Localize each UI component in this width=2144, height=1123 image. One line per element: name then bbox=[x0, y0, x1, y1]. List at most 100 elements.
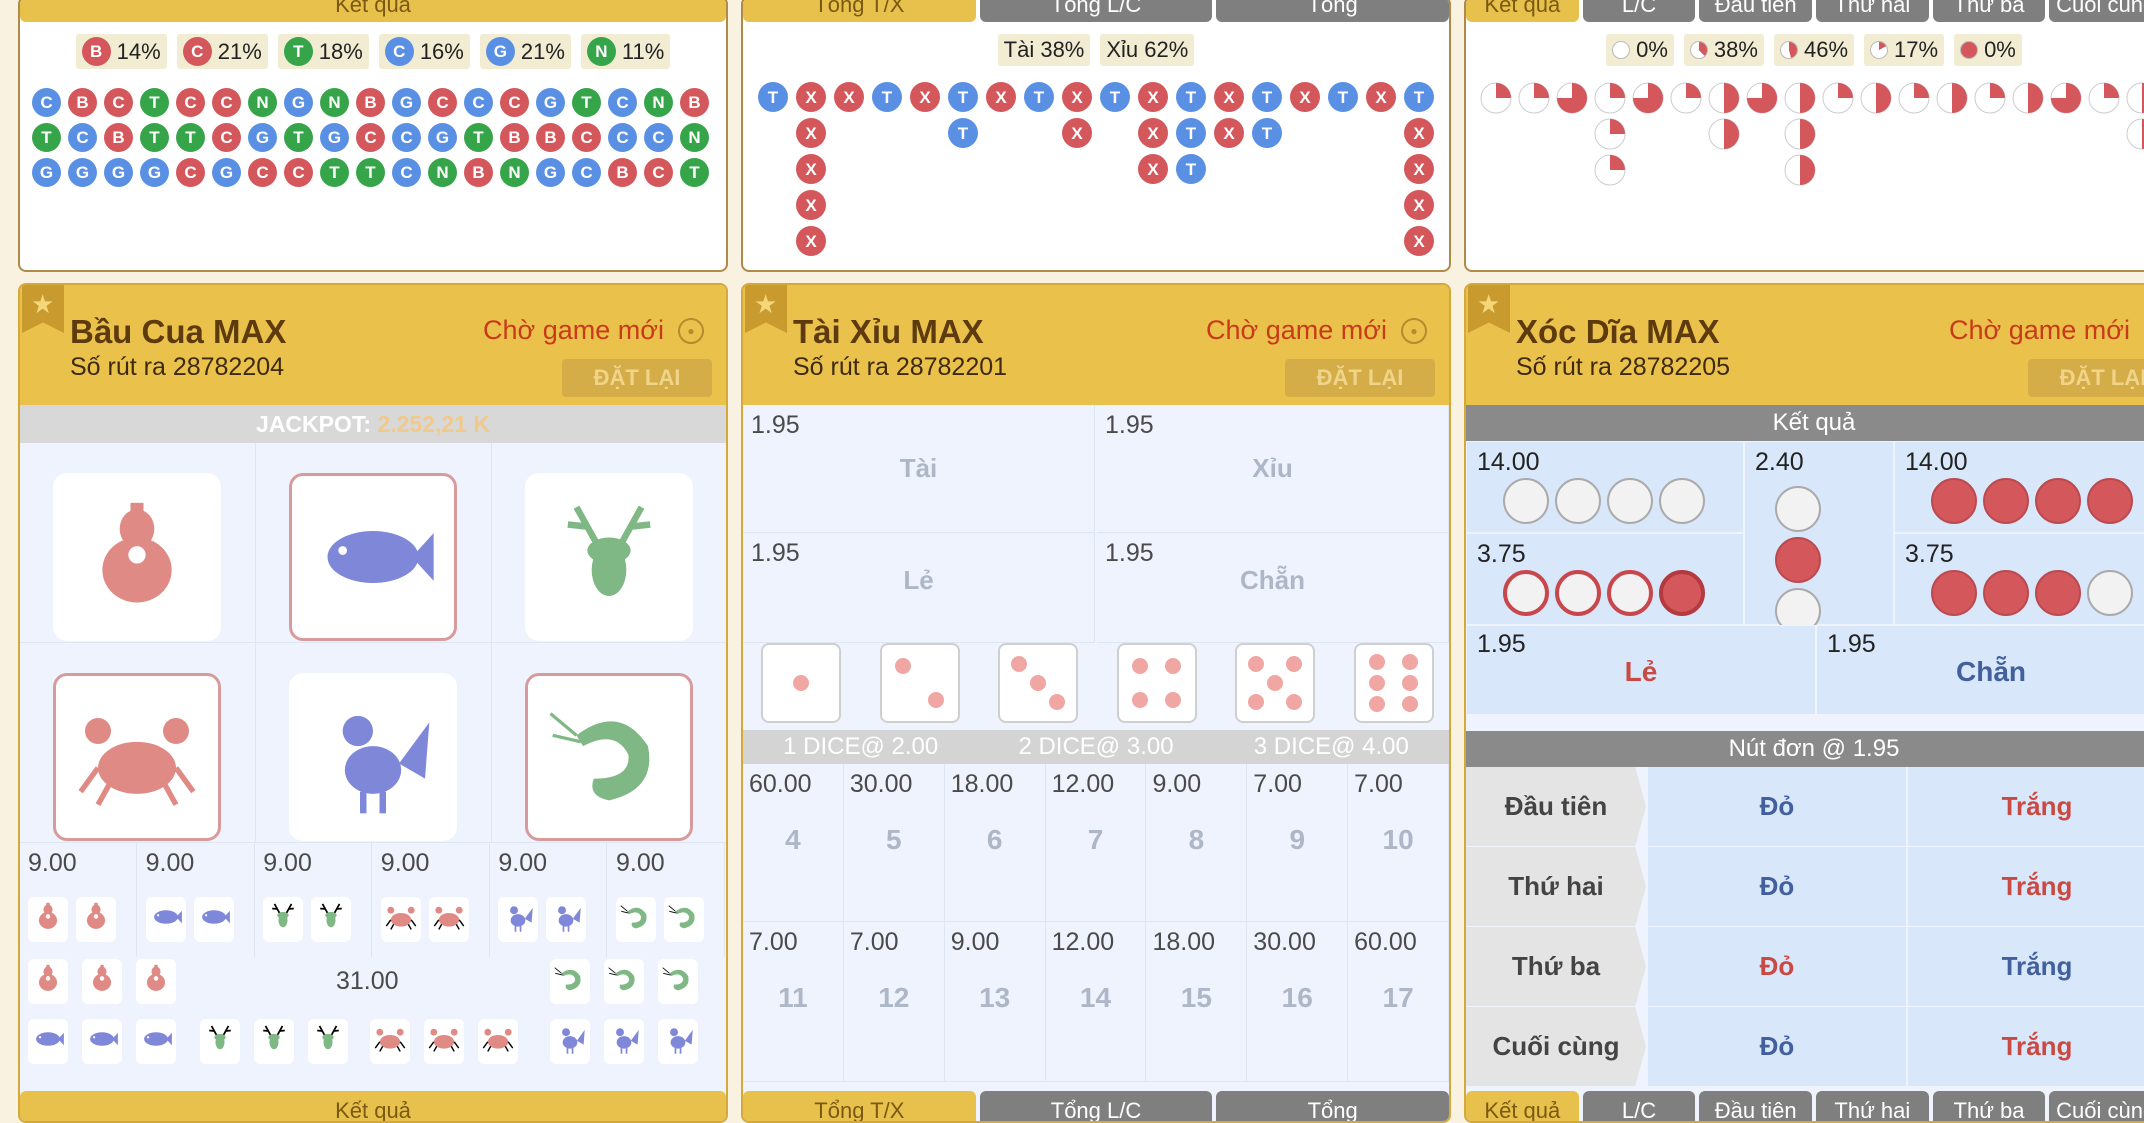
fish-mini-icon bbox=[144, 1032, 172, 1046]
dice-pip bbox=[793, 675, 809, 691]
coin-bet-3[interactable]: 14.00 bbox=[1894, 441, 2144, 533]
tab-4[interactable]: Thứ ba bbox=[1932, 0, 2046, 22]
reset-button[interactable]: ĐẶT LẠI bbox=[1285, 359, 1435, 397]
tab-5[interactable]: Cuối cùng bbox=[2049, 0, 2144, 22]
bottom-tab-2[interactable]: Tổng bbox=[1216, 1091, 1449, 1121]
bet-red[interactable]: Đỏ bbox=[1648, 1007, 1906, 1086]
coin-bet-0[interactable]: 14.00 bbox=[1466, 441, 1744, 533]
bottom-tab-2[interactable]: Đầu tiên bbox=[1699, 1091, 1813, 1121]
sum-bet-7[interactable]: 12.00 7 bbox=[1045, 764, 1147, 922]
bet-red[interactable]: Đỏ bbox=[1648, 767, 1906, 846]
bet-le[interactable]: 1.95 Lẻ bbox=[1466, 625, 1816, 715]
dice-4-button[interactable] bbox=[1116, 643, 1197, 723]
triple-bet-crab[interactable] bbox=[370, 1019, 518, 1064]
animal-bet-deer[interactable] bbox=[492, 443, 726, 643]
sum-bet-17[interactable]: 60.00 17 bbox=[1348, 922, 1449, 1082]
favorite-star-icon[interactable]: ★ bbox=[745, 285, 787, 333]
bottom-tab-5[interactable]: Cuối cùng bbox=[2049, 1091, 2144, 1121]
sum-bet-10[interactable]: 7.00 10 bbox=[1348, 764, 1449, 922]
bet-red[interactable]: Đỏ bbox=[1648, 847, 1906, 926]
bottom-tab-results[interactable]: Kết quả bbox=[20, 1091, 726, 1121]
bet-white[interactable]: Trắng bbox=[1908, 927, 2144, 1006]
favorite-star-icon[interactable]: ★ bbox=[22, 285, 64, 333]
triple-bet-rooster[interactable] bbox=[550, 1019, 698, 1064]
history-ball: N bbox=[680, 123, 709, 152]
triple-bet-fish[interactable] bbox=[28, 1019, 176, 1064]
sum-bet-9[interactable]: 7.00 9 bbox=[1247, 764, 1349, 922]
bet-Lẻ[interactable]: 1.95 Lẻ bbox=[743, 533, 1095, 643]
fish-mini-icon bbox=[153, 910, 182, 924]
coin-bet-2[interactable]: 2.40 bbox=[1744, 441, 1894, 685]
sum-bet-15[interactable]: 18.00 15 bbox=[1146, 922, 1248, 1082]
bet-white[interactable]: Trắng bbox=[1908, 1007, 2144, 1086]
bet-Tài[interactable]: 1.95 Tài bbox=[743, 405, 1095, 533]
sum-bet-5[interactable]: 30.00 5 bbox=[843, 764, 945, 922]
favorite-star-icon[interactable]: ★ bbox=[1468, 285, 1510, 333]
bet-white[interactable]: Trắng bbox=[1908, 767, 2144, 846]
xiu-marker: X bbox=[796, 190, 826, 220]
dice-3-button[interactable] bbox=[998, 643, 1078, 723]
tai-marker: T bbox=[1252, 118, 1282, 148]
bottom-tab-4[interactable]: Thứ ba bbox=[1932, 1091, 2046, 1121]
sum-bet-14[interactable]: 12.00 14 bbox=[1045, 922, 1147, 1082]
reset-button[interactable]: ĐẶT LẠI bbox=[2028, 359, 2144, 397]
tab-tong[interactable]: Tổng bbox=[1216, 0, 1449, 22]
sum-bet-11[interactable]: 7.00 11 bbox=[743, 922, 844, 1082]
stat-percent: 21% bbox=[520, 38, 565, 64]
tai-marker: T bbox=[1024, 82, 1054, 112]
tab-2[interactable]: Đầu tiên bbox=[1699, 0, 1813, 22]
animal-bet-crab[interactable] bbox=[20, 643, 256, 843]
animal-bet-gourd[interactable] bbox=[20, 443, 256, 643]
coin-bet-4[interactable]: 3.75 bbox=[1894, 533, 2144, 625]
pair-bet-shrimp[interactable]: 9.00 bbox=[608, 843, 725, 957]
dice-5-button[interactable] bbox=[1235, 643, 1315, 723]
dice-1-button[interactable] bbox=[761, 643, 841, 723]
svg-text:X: X bbox=[805, 196, 817, 215]
xiu-marker: X bbox=[1404, 118, 1434, 148]
tab-0[interactable]: Kết quả bbox=[1466, 0, 1579, 22]
bet-odd: 1.95 bbox=[1477, 630, 1526, 658]
pair-bet-gourd[interactable]: 9.00 bbox=[20, 843, 137, 957]
pair-bet-deer[interactable]: 9.00 bbox=[255, 843, 373, 957]
sum-bet-13[interactable]: 9.00 13 bbox=[944, 922, 1046, 1082]
pair-bet-fish[interactable]: 9.00 bbox=[138, 843, 255, 957]
dice-6-button[interactable] bbox=[1353, 643, 1434, 723]
result-pie bbox=[1670, 82, 1702, 114]
pair-bet-rooster[interactable]: 9.00 bbox=[490, 843, 608, 957]
white-coin bbox=[1775, 486, 1821, 532]
bet-chan[interactable]: 1.95 Chẵn bbox=[1816, 625, 2144, 715]
bet-Chẵn[interactable]: 1.95 Chẵn bbox=[1097, 533, 1449, 643]
history-ball: N bbox=[248, 88, 277, 117]
bottom-tab-0[interactable]: Kết quả bbox=[1466, 1091, 1579, 1121]
dice-row bbox=[743, 635, 1449, 723]
bet-white[interactable]: Trắng bbox=[1908, 847, 2144, 926]
sum-bet-12[interactable]: 7.00 12 bbox=[843, 922, 945, 1082]
triple-bet-deer[interactable] bbox=[200, 1019, 348, 1064]
animal-bet-fish[interactable] bbox=[256, 443, 492, 643]
bet-Xỉu[interactable]: 1.95 Xỉu bbox=[1097, 405, 1449, 533]
coin-odd: 2.40 bbox=[1755, 448, 1804, 476]
bottom-tab-3[interactable]: Thứ hai bbox=[1816, 1091, 1929, 1121]
tab-tong-lc[interactable]: Tổng L/C bbox=[979, 0, 1213, 22]
sum-bet-16[interactable]: 30.00 16 bbox=[1247, 922, 1349, 1082]
animal-bet-shrimp[interactable] bbox=[492, 643, 726, 843]
reset-button[interactable]: ĐẶT LẠI bbox=[562, 359, 712, 397]
tab-3[interactable]: Thứ hai bbox=[1816, 0, 1929, 22]
bet-red[interactable]: Đỏ bbox=[1648, 927, 1906, 1006]
animal-bet-rooster[interactable] bbox=[256, 643, 492, 843]
tab-1[interactable]: L/C bbox=[1582, 0, 1696, 22]
sum-bet-6[interactable]: 18.00 6 bbox=[944, 764, 1046, 922]
pair-bet-crab[interactable]: 9.00 bbox=[373, 843, 490, 957]
bottom-tab-1[interactable]: Tổng L/C bbox=[979, 1091, 1213, 1121]
sum-bet-8[interactable]: 9.00 8 bbox=[1146, 764, 1248, 922]
triple-bet-shrimp[interactable] bbox=[550, 959, 698, 1004]
sum-bet-4[interactable]: 60.00 4 bbox=[743, 764, 844, 922]
bottom-tab-1[interactable]: L/C bbox=[1582, 1091, 1696, 1121]
tab-results[interactable]: Kết quả bbox=[20, 0, 726, 22]
tab-tong-tx[interactable]: Tổng T/X bbox=[743, 0, 976, 22]
dice-2-button[interactable] bbox=[879, 643, 960, 723]
xiu-percent: Xỉu 62% bbox=[1100, 34, 1195, 66]
bottom-tab-0[interactable]: Tổng T/X bbox=[743, 1091, 976, 1121]
triple-bet-gourd[interactable] bbox=[28, 959, 176, 1004]
coin-bet-1[interactable]: 3.75 bbox=[1466, 533, 1744, 625]
